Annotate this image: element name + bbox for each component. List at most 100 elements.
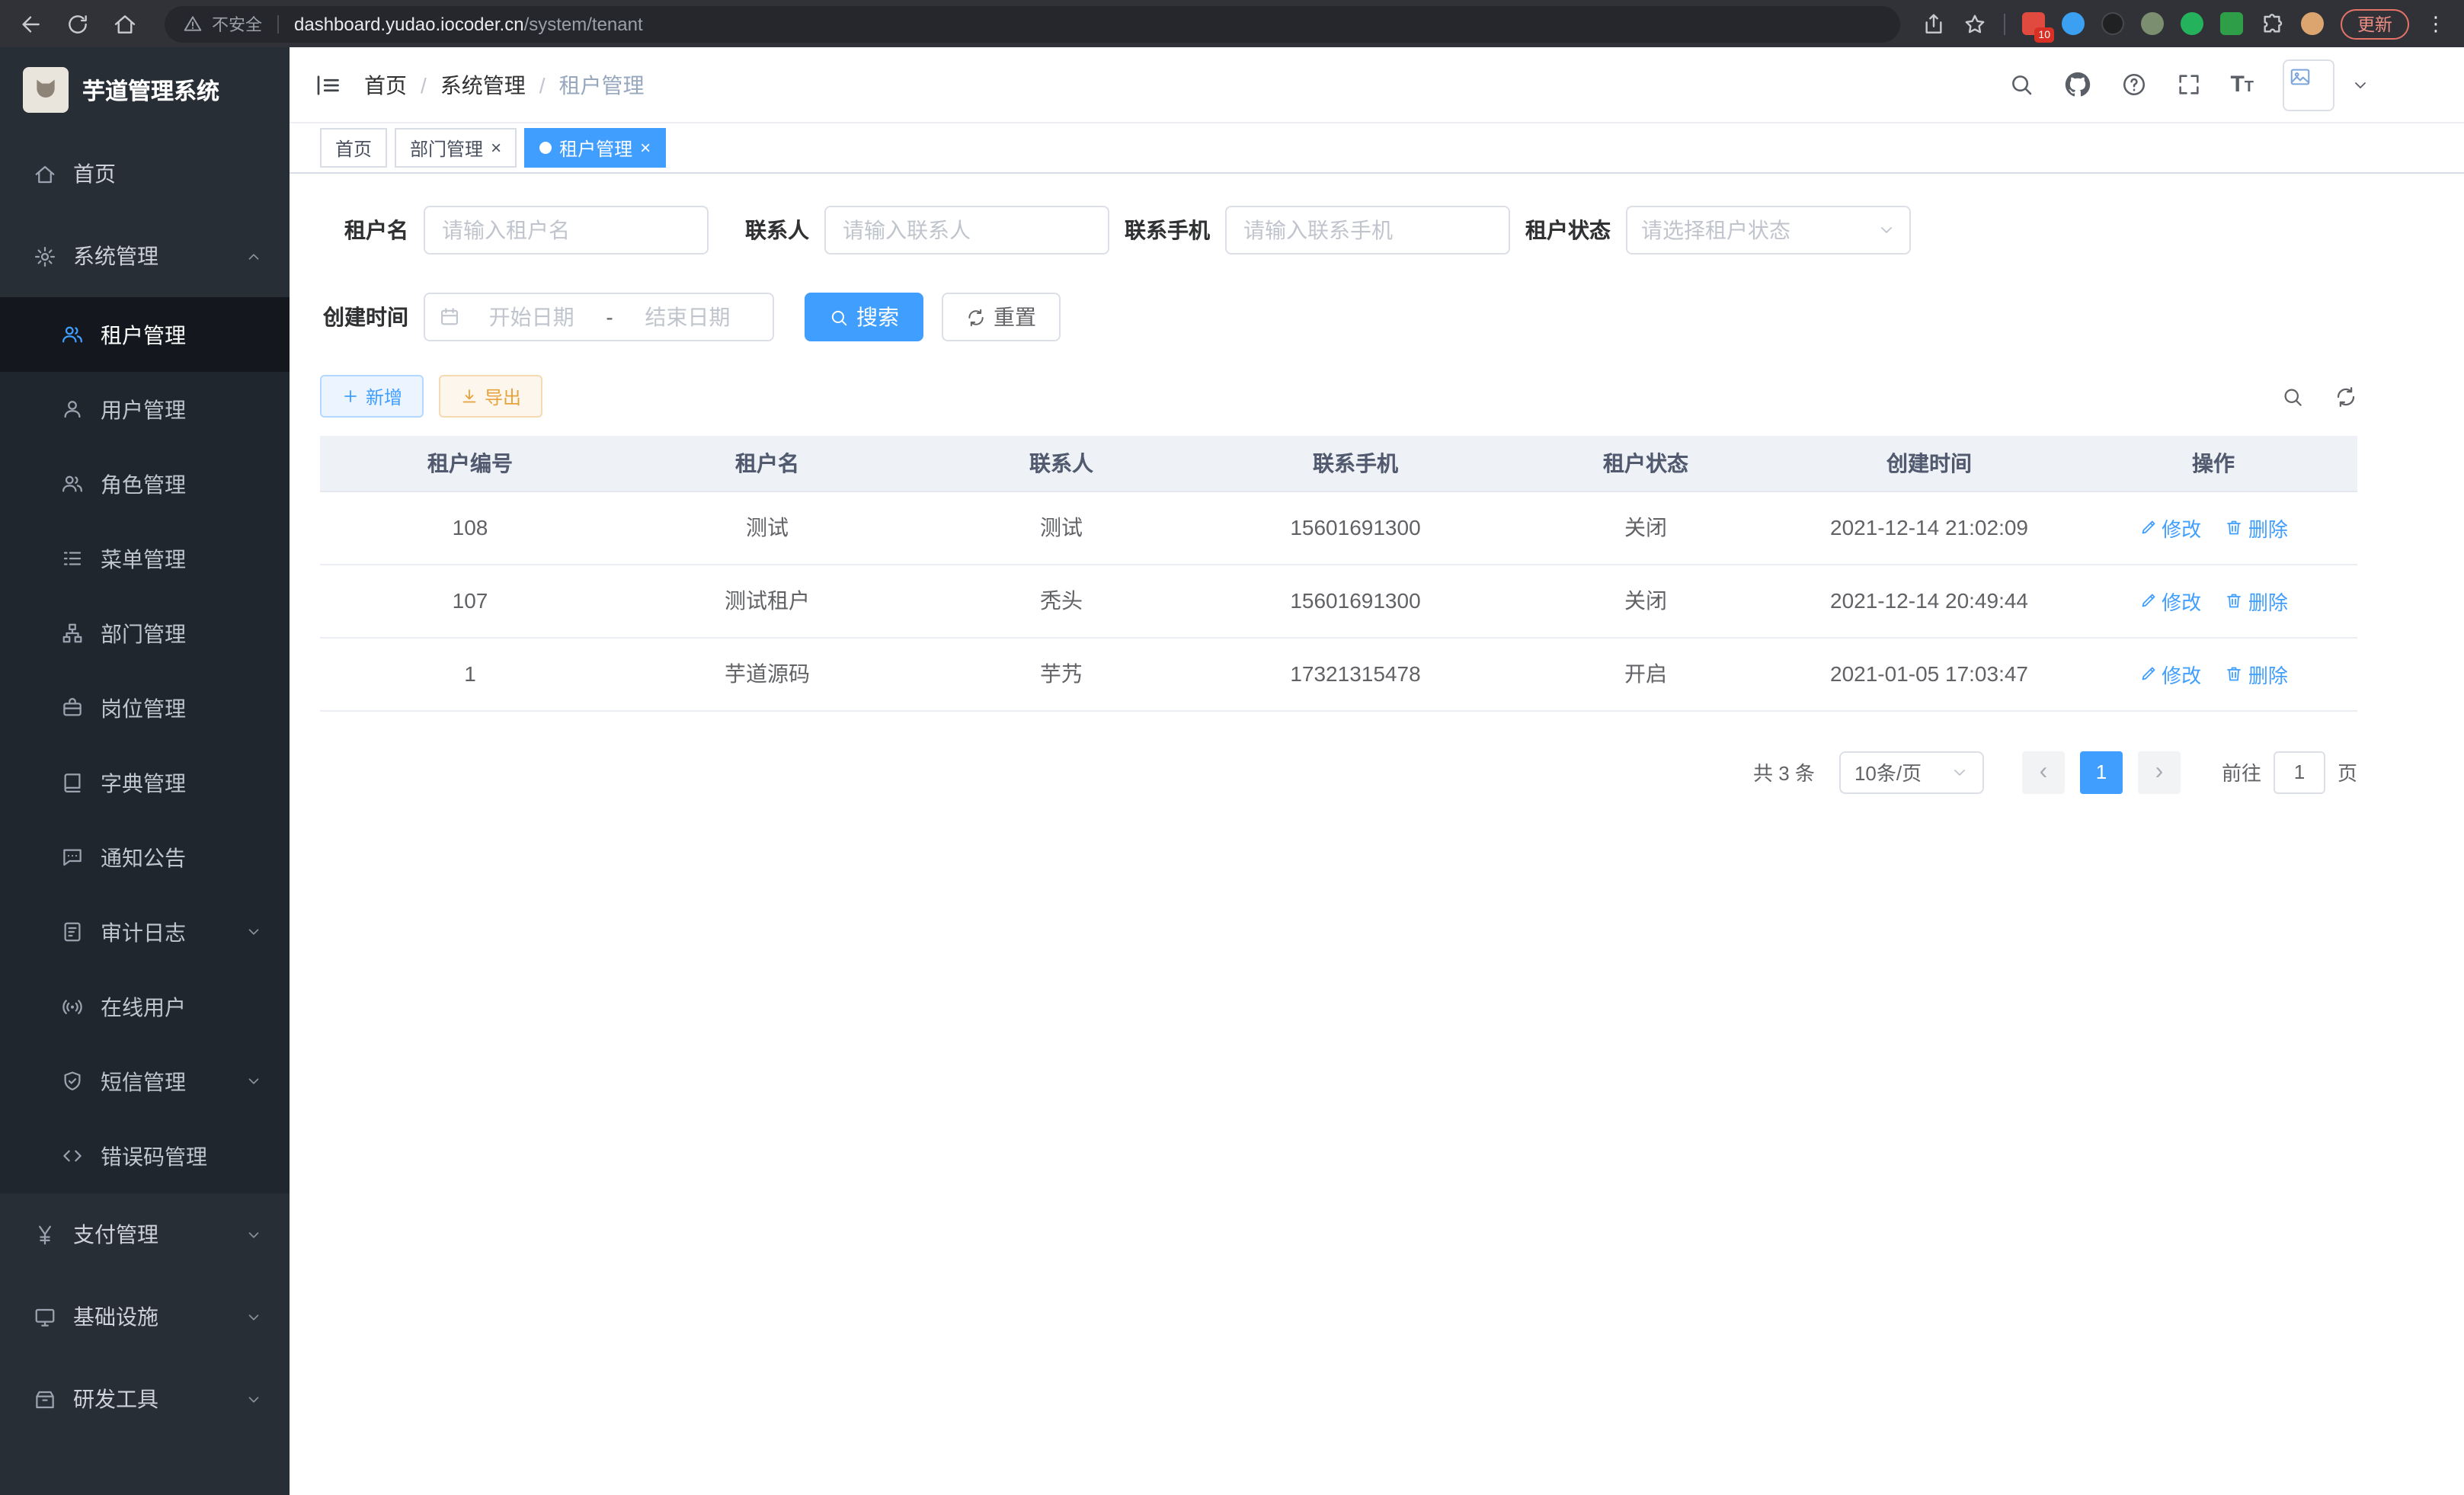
sidebar-item-dict[interactable]: 字典管理 <box>0 745 290 820</box>
security-warning-icon[interactable] <box>183 14 203 34</box>
tab-tenant[interactable]: 租户管理 × <box>524 128 666 168</box>
column-header: 租户编号 <box>320 436 620 491</box>
sidebar-item-dev-tools[interactable]: 研发工具 <box>0 1358 290 1440</box>
sidebar-item-payment[interactable]: 支付管理 <box>0 1193 290 1276</box>
goto-page-input[interactable] <box>2274 751 2325 793</box>
tab-home[interactable]: 首页 <box>320 128 387 168</box>
main-area: 首页 / 系统管理 / 租户管理 TT 首页 <box>290 47 2464 1495</box>
breadcrumb-item-current: 租户管理 <box>559 69 645 100</box>
extension-adblock-icon[interactable]: 10 <box>2022 12 2045 35</box>
table-row: 107 测试租户 秃头 15601691300 关闭 2021-12-14 20… <box>320 564 2357 637</box>
fullscreen-icon[interactable] <box>2175 72 2201 98</box>
extensions-puzzle-icon[interactable] <box>2260 11 2284 36</box>
cell-status: 关闭 <box>1502 564 1789 637</box>
create-time-range-picker[interactable]: 开始日期 - 结束日期 <box>424 293 774 341</box>
column-header: 租户名 <box>620 436 914 491</box>
sidebar-item-menu[interactable]: 菜单管理 <box>0 521 290 596</box>
hamburger-icon[interactable] <box>314 71 341 98</box>
goto-label: 前往 <box>2222 757 2261 786</box>
export-button[interactable]: 导出 <box>439 375 542 418</box>
next-page-button[interactable]: › <box>2138 751 2181 793</box>
sidebar-item-dept[interactable]: 部门管理 <box>0 596 290 671</box>
prev-page-button[interactable]: ‹ <box>2022 751 2065 793</box>
logo[interactable]: 芋道管理系统 <box>0 47 290 133</box>
sidebar-item-sms[interactable]: 短信管理 <box>0 1044 290 1119</box>
cell-status: 开启 <box>1502 637 1789 710</box>
update-button[interactable]: 更新 <box>2341 8 2409 39</box>
chevron-up-icon <box>245 248 262 264</box>
font-size-icon[interactable]: TT <box>2230 73 2254 96</box>
browser-menu-icon[interactable]: ⋮ <box>2426 11 2446 36</box>
avatar[interactable] <box>2283 59 2334 110</box>
sidebar-item-infra[interactable]: 基础设施 <box>0 1276 290 1358</box>
search-button[interactable]: 搜索 <box>805 293 923 341</box>
tenant-name-input[interactable] <box>424 206 709 255</box>
url-bar[interactable]: 不安全 dashboard.yudao.iocoder.cn/system/te… <box>165 5 1900 42</box>
breadcrumb-item[interactable]: 首页 <box>364 69 407 100</box>
edit-link[interactable]: 修改 <box>2139 659 2201 688</box>
tab-dept[interactable]: 部门管理 × <box>395 128 517 168</box>
bookmark-star-icon[interactable] <box>1963 11 1987 36</box>
calendar-icon <box>439 306 460 328</box>
cell-actions: 修改 删除 <box>2069 637 2357 710</box>
share-icon[interactable] <box>1922 11 1946 36</box>
close-icon[interactable]: × <box>491 139 501 157</box>
cell-tenant-name: 测试 <box>620 491 914 564</box>
add-button[interactable]: 新增 <box>320 375 424 418</box>
back-icon[interactable] <box>18 11 43 36</box>
create-time-label: 创建时间 <box>320 302 424 332</box>
profile-avatar-icon[interactable] <box>2301 12 2324 35</box>
sidebar-item-online-users[interactable]: 在线用户 <box>0 969 290 1044</box>
column-header: 联系人 <box>914 436 1208 491</box>
github-icon[interactable] <box>2062 70 2091 99</box>
contact-input[interactable] <box>824 206 1109 255</box>
reload-icon[interactable] <box>66 11 90 36</box>
refresh-table-icon[interactable] <box>2334 385 2357 408</box>
sidebar-item-dashboard[interactable]: 首页 <box>0 133 290 215</box>
sidebar-item-label: 岗位管理 <box>101 693 186 723</box>
cell-created-at: 2021-12-14 21:02:09 <box>1789 491 2069 564</box>
sidebar-item-role[interactable]: 角色管理 <box>0 447 290 521</box>
breadcrumb-item[interactable]: 系统管理 <box>440 69 526 100</box>
reset-button[interactable]: 重置 <box>942 293 1061 341</box>
sidebar-item-user[interactable]: 用户管理 <box>0 372 290 447</box>
sidebar-item-label: 字典管理 <box>101 767 186 798</box>
delete-link[interactable]: 删除 <box>2226 513 2288 542</box>
extension-green-square-icon[interactable] <box>2220 12 2243 35</box>
home-icon <box>34 162 56 185</box>
extension-dark-icon[interactable] <box>2101 12 2124 35</box>
contact-label: 联系人 <box>721 215 824 245</box>
sidebar-item-label: 角色管理 <box>101 469 186 499</box>
sidebar-item-post[interactable]: 岗位管理 <box>0 671 290 745</box>
extension-pin-icon[interactable] <box>2062 12 2085 35</box>
document-icon <box>61 920 84 943</box>
header-search-icon[interactable] <box>2008 72 2034 98</box>
chevron-down-icon[interactable] <box>2351 75 2370 94</box>
sidebar-item-error-code[interactable]: 错误码管理 <box>0 1119 290 1193</box>
phone-label: 联系手机 <box>1122 215 1225 245</box>
phone-input[interactable] <box>1225 206 1510 255</box>
help-icon[interactable] <box>2120 72 2146 98</box>
edit-link[interactable]: 修改 <box>2139 513 2201 542</box>
active-tab-dot <box>539 142 552 154</box>
delete-link[interactable]: 删除 <box>2226 659 2288 688</box>
tenant-status-select[interactable]: 请选择租户状态 <box>1626 206 1911 255</box>
sidebar-item-notice[interactable]: 通知公告 <box>0 820 290 895</box>
delete-link[interactable]: 删除 <box>2226 586 2288 615</box>
home-icon[interactable] <box>113 11 137 36</box>
toggle-search-icon[interactable] <box>2281 385 2304 408</box>
extension-badge: 10 <box>2034 27 2054 43</box>
sidebar-item-tenant[interactable]: 租户管理 <box>0 297 290 372</box>
extension-olive-icon[interactable] <box>2141 12 2164 35</box>
close-icon[interactable]: × <box>640 139 651 157</box>
page-size-select[interactable]: 10条/页 <box>1839 751 1984 793</box>
edit-link[interactable]: 修改 <box>2139 586 2201 615</box>
sidebar-item-system[interactable]: 系统管理 <box>0 215 290 297</box>
table-toolbar: 新增 导出 <box>320 375 2357 418</box>
page-number-current[interactable]: 1 <box>2080 751 2123 793</box>
sidebar-item-audit-log[interactable]: 审计日志 <box>0 895 290 969</box>
filter-contact: 联系人 <box>721 206 1109 255</box>
toolbar-divider <box>2004 13 2005 34</box>
extension-green-circle-icon[interactable] <box>2181 12 2203 35</box>
edit-icon <box>2139 518 2157 536</box>
